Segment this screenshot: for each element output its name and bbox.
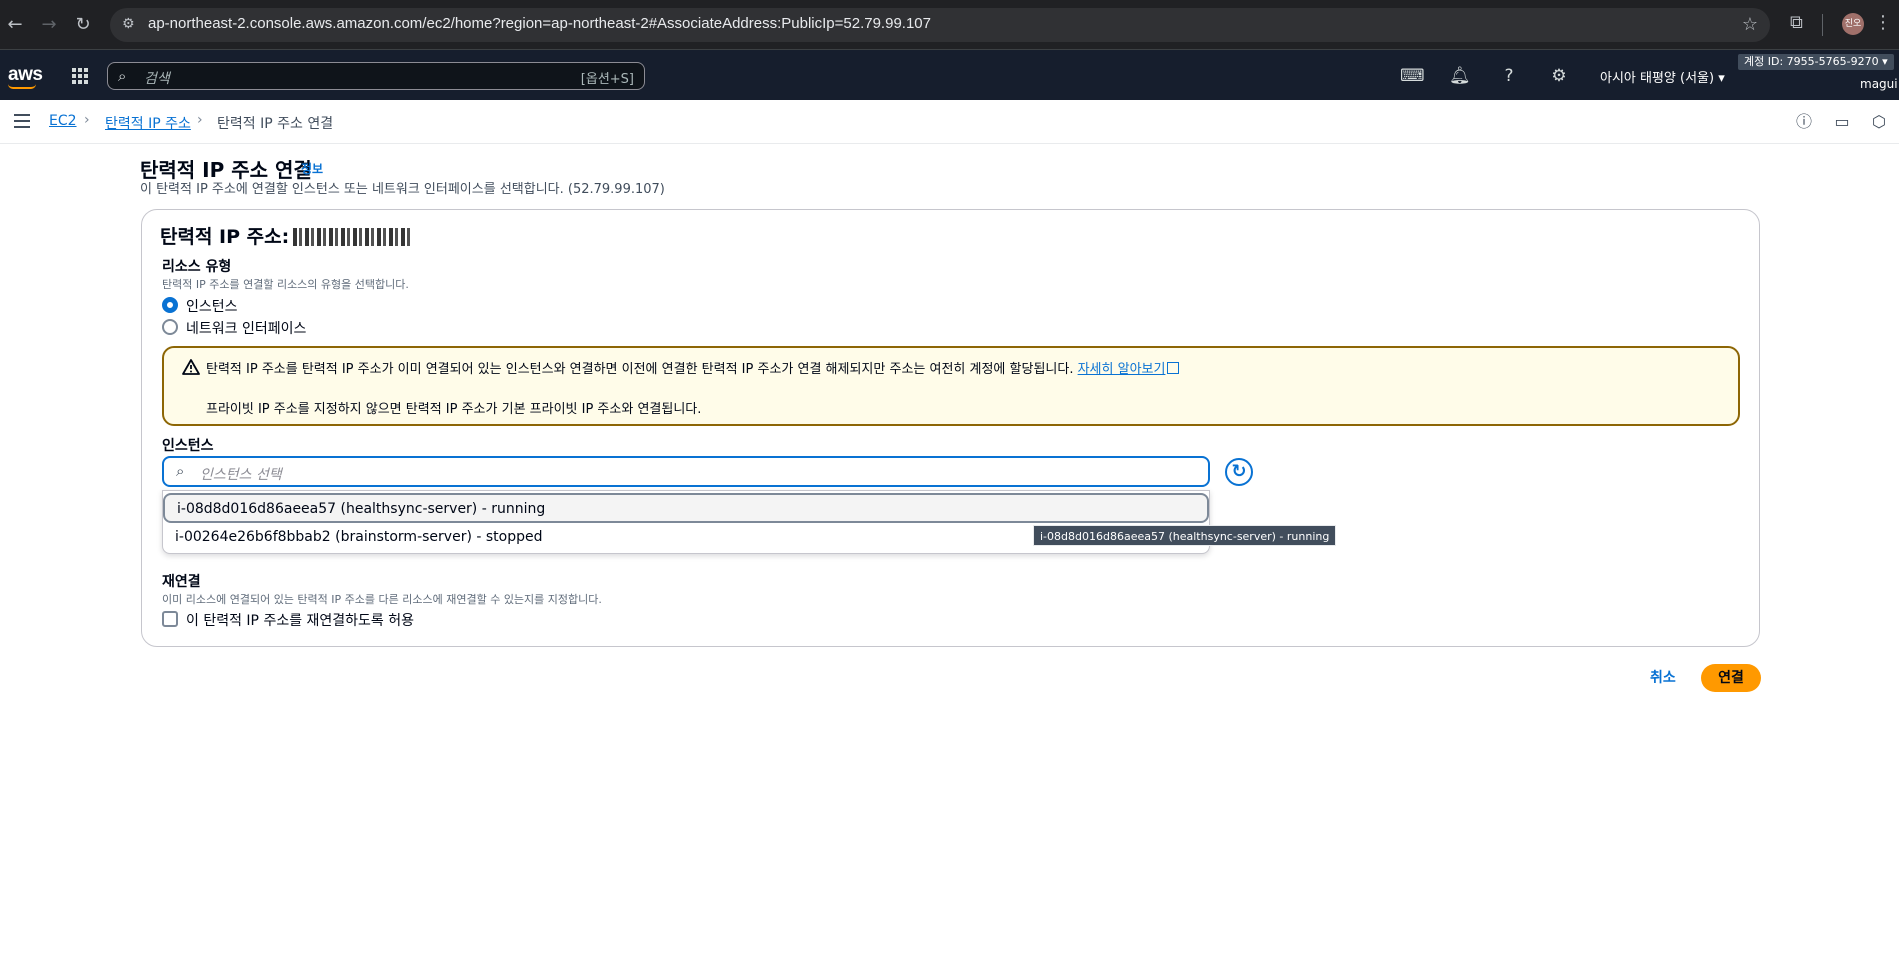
chevron-down-icon: ▾	[1718, 71, 1725, 86]
learn-more-link[interactable]: 자세히 알아보기	[1078, 362, 1166, 377]
refresh-instances-button[interactable]: ↻	[1225, 458, 1253, 486]
redacted-ip-address	[293, 228, 412, 246]
breadcrumb-elastic-ips[interactable]: 탄력적 IP 주소	[105, 113, 191, 133]
reload-icon[interactable]: ↻	[70, 12, 96, 38]
console-search-input[interactable]: ⌕ 검색 [옵션+S]	[107, 62, 645, 90]
extensions-icon[interactable]: ⧉	[1790, 12, 1803, 33]
search-icon: ⌕	[118, 67, 127, 85]
bookmark-star-icon[interactable]: ☆	[1742, 14, 1758, 35]
chevron-right-icon: ›	[84, 112, 90, 128]
instance-select-input[interactable]: ⌕ 인스턴스 선택	[162, 456, 1210, 487]
address-bar[interactable]: ⚙ ap-northeast-2.console.aws.amazon.com/…	[110, 8, 1770, 42]
external-link-icon	[1167, 362, 1180, 374]
allow-reassociation-checkbox[interactable]	[162, 611, 178, 627]
cloudshell-icon[interactable]: ⌨	[1400, 66, 1425, 86]
radio-instance[interactable]	[162, 297, 178, 313]
associate-button[interactable]: 연결	[1701, 664, 1761, 692]
browser-menu-icon[interactable]: ⋮	[1874, 12, 1892, 33]
site-settings-icon[interactable]: ⚙	[122, 16, 135, 32]
aws-logo-smile	[8, 84, 36, 89]
browser-toolbar: ← → ↻ ⚙ ap-northeast-2.console.aws.amazo…	[0, 0, 1899, 50]
tools-hexagon-icon[interactable]: ⬡	[1869, 112, 1889, 132]
instance-select-placeholder: 인스턴스 선택	[200, 467, 282, 483]
breadcrumb-current: 탄력적 IP 주소 연결	[217, 116, 334, 132]
resource-type-label: 리소스 유형	[162, 259, 232, 275]
region-label: 아시아 태평양 (서울)	[1600, 71, 1715, 86]
search-placeholder: 검색	[144, 71, 170, 87]
reassociation-description: 이미 리소스에 연결되어 있는 탄력적 IP 주소를 다른 리소스에 재연결할 …	[162, 593, 602, 606]
search-shortcut-hint: [옵션+S]	[580, 72, 634, 87]
page-description: 이 탄력적 IP 주소에 연결할 인스턴스 또는 네트워크 인터페이스를 선택합…	[140, 182, 665, 197]
aws-top-nav: aws ⌕ 검색 [옵션+S] ⌨ 🔔︎ ? ⚙ 아시아 태평양 (서울) ▾ …	[0, 50, 1899, 100]
radio-network-interface[interactable]	[162, 319, 178, 335]
user-name[interactable]: magui	[1860, 77, 1898, 91]
back-icon[interactable]: ←	[2, 12, 28, 38]
feedback-icon[interactable]: ▭	[1832, 112, 1852, 132]
reassociation-label: 재연결	[162, 574, 201, 590]
forward-icon[interactable]: →	[36, 12, 62, 38]
warning-alert: 탄력적 IP 주소를 탄력적 IP 주소가 이미 연결되어 있는 인스턴스와 연…	[162, 346, 1740, 426]
alert-text-1: 탄력적 IP 주소를 탄력적 IP 주소가 이미 연결되어 있는 인스턴스와 연…	[206, 358, 1180, 377]
breadcrumb-ec2[interactable]: EC2	[49, 113, 77, 129]
account-id-text: 계정 ID: 7955-5765-9270	[1744, 55, 1879, 68]
help-icon[interactable]: ?	[1499, 66, 1519, 86]
region-selector[interactable]: 아시아 태평양 (서울) ▾	[1600, 67, 1725, 86]
search-icon: ⌕	[176, 462, 185, 480]
info-link[interactable]: 정보	[301, 160, 323, 177]
elastic-ip-heading: 탄력적 IP 주소:	[160, 222, 412, 249]
services-menu-icon[interactable]	[72, 68, 88, 84]
radio-network-interface-label[interactable]: 네트워크 인터페이스	[186, 318, 306, 338]
refresh-icon: ↻	[1231, 461, 1247, 482]
info-panel-icon[interactable]: ⓘ	[1794, 112, 1814, 132]
breadcrumb-bar: EC2 › 탄력적 IP 주소 › 탄력적 IP 주소 연결 ⓘ ▭ ⬡	[0, 100, 1899, 144]
side-navigation-menu-icon[interactable]	[14, 114, 30, 128]
radio-instance-label[interactable]: 인스턴스	[186, 296, 238, 316]
toolbar-divider	[1822, 14, 1823, 36]
chevron-right-icon: ›	[197, 112, 203, 128]
cancel-button[interactable]: 취소	[1650, 667, 1676, 687]
profile-avatar[interactable]: 진오	[1842, 13, 1864, 35]
warning-triangle-icon	[182, 359, 200, 375]
elastic-ip-heading-label: 탄력적 IP 주소:	[160, 226, 290, 248]
resource-type-description: 탄력적 IP 주소를 연결할 리소스의 유형을 선택합니다.	[162, 278, 409, 291]
option-tooltip: i-08d8d016d86aeea57 (healthsync-server) …	[1033, 525, 1337, 546]
associate-form-container	[141, 209, 1760, 647]
notifications-bell-icon[interactable]: 🔔︎	[1449, 66, 1471, 86]
instance-option[interactable]: i-08d8d016d86aeea57 (healthsync-server) …	[163, 493, 1209, 523]
url-text: ap-northeast-2.console.aws.amazon.com/ec…	[148, 15, 931, 32]
instance-label: 인스턴스	[162, 438, 214, 454]
alert-message: 탄력적 IP 주소를 탄력적 IP 주소가 이미 연결되어 있는 인스턴스와 연…	[206, 362, 1074, 377]
account-id-badge[interactable]: 계정 ID: 7955-5765-9270 ▾	[1738, 54, 1894, 70]
settings-gear-icon[interactable]: ⚙	[1549, 66, 1569, 86]
chevron-down-icon: ▾	[1882, 55, 1888, 68]
aws-logo[interactable]: aws	[8, 64, 43, 86]
alert-text-2: 프라이빗 IP 주소를 지정하지 않으면 탄력적 IP 주소가 기본 프라이빗 …	[206, 402, 702, 417]
allow-reassociation-label[interactable]: 이 탄력적 IP 주소를 재연결하도록 허용	[186, 610, 414, 630]
